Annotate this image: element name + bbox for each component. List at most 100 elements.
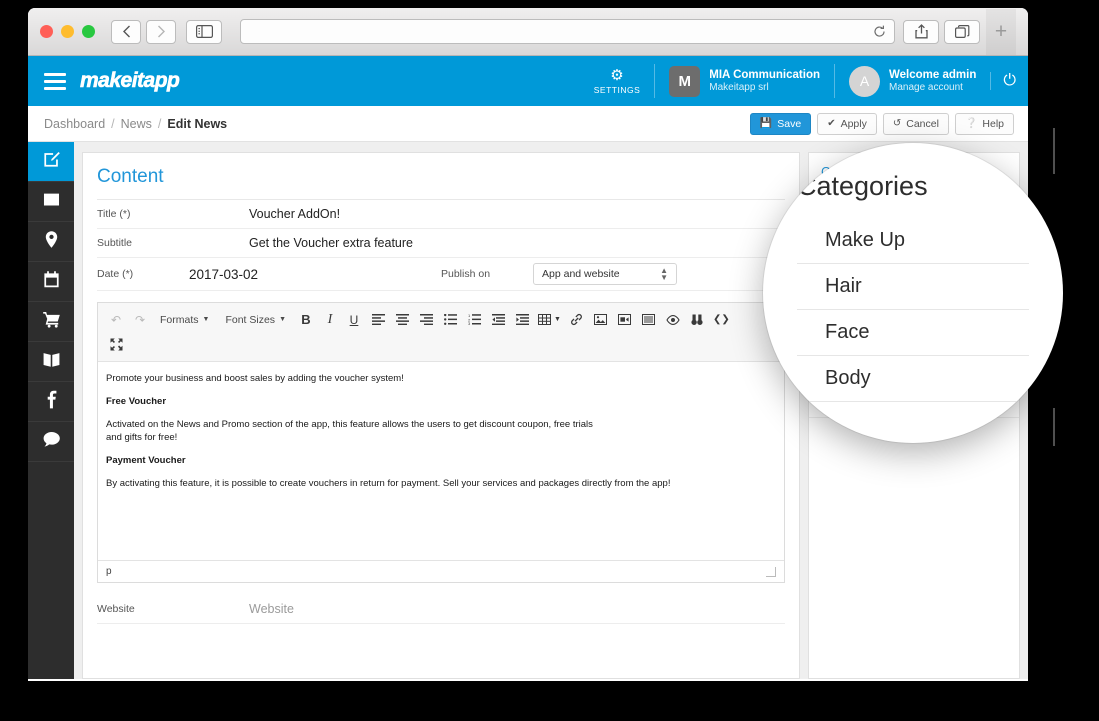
rich-text-editor: ↶ ↷ Formats ▼ Font Sizes ▼ B I U 1 2 3 ▼… <box>97 302 785 583</box>
magnified-category-item[interactable]: Make Up <box>797 218 1029 264</box>
breadcrumb-separator: / <box>111 116 115 131</box>
magnified-category-item[interactable]: Face <box>797 310 1029 356</box>
publish-on-select[interactable]: App and website ▲ ▼ <box>533 263 677 285</box>
title-input[interactable]: Voucher AddOn! <box>249 207 340 221</box>
zoom-window-button[interactable] <box>82 25 95 38</box>
align-right-icon[interactable] <box>414 307 438 332</box>
undo-icon[interactable]: ↶ <box>104 307 128 332</box>
italic-icon[interactable]: I <box>318 307 342 332</box>
magnified-categories-title: Categories <box>797 171 928 201</box>
close-window-button[interactable] <box>40 25 53 38</box>
share-icon[interactable] <box>903 19 939 44</box>
chevron-down-icon: ▼ <box>279 316 286 323</box>
company-avatar: M <box>669 65 701 97</box>
preview-eye-icon[interactable] <box>661 307 685 332</box>
company-name: MIA Communication <box>709 68 820 81</box>
address-bar[interactable] <box>240 19 895 44</box>
apply-button[interactable]: ✔ Apply <box>817 112 877 135</box>
brand-logo: makeitapp <box>80 69 180 93</box>
facebook-icon <box>42 390 61 414</box>
editor-paragraph: Free Voucher <box>106 395 167 407</box>
subtitle-label: Subtitle <box>97 237 133 249</box>
numbered-list-icon[interactable]: 123 <box>462 307 486 332</box>
chat-bubble-icon <box>42 430 61 454</box>
content-panel: Content Title (*) Voucher AddOn! Subtitl… <box>82 152 800 679</box>
search-replace-icon[interactable] <box>685 307 709 332</box>
question-mark-icon: ❔ <box>964 118 978 129</box>
link-icon[interactable] <box>565 307 589 332</box>
decrease-indent-icon[interactable] <box>486 307 510 332</box>
table-icon[interactable]: ▼ <box>534 307 565 332</box>
manage-account-link[interactable]: Manage account <box>889 82 976 95</box>
forward-chevron-icon[interactable] <box>146 19 176 44</box>
help-button[interactable]: ❔ Help <box>954 112 1014 135</box>
sidebar-toggle-group <box>186 19 222 44</box>
insert-video-icon[interactable] <box>613 307 637 332</box>
insert-image-icon[interactable] <box>589 307 613 332</box>
reload-icon[interactable] <box>873 25 886 38</box>
company-switcher[interactable]: M MIA Communication Makeitapp srl <box>654 64 834 98</box>
bullet-list-icon[interactable] <box>438 307 462 332</box>
date-field: Date (*) 2017-03-02 <box>97 267 441 282</box>
editor-status-bar: p <box>98 560 784 582</box>
new-tab-button[interactable]: + <box>986 8 1016 55</box>
sidebar-item-magazine[interactable] <box>28 342 74 382</box>
date-label: Date (*) <box>97 268 134 280</box>
minimize-window-button[interactable] <box>61 25 74 38</box>
app-header: makeitapp ⚙ SETTINGS M MIA Communication… <box>28 56 1028 106</box>
align-center-icon[interactable] <box>390 307 414 332</box>
insert-media-icon[interactable] <box>637 307 661 332</box>
account-menu[interactable]: A Welcome admin Manage account <box>834 64 990 98</box>
magnified-category-item[interactable]: Hair <box>797 264 1029 310</box>
editor-toolbar-row-1: ↶ ↷ Formats ▼ Font Sizes ▼ B I U 1 2 3 ▼… <box>104 307 778 332</box>
avatar: A <box>849 65 880 97</box>
redo-icon[interactable]: ↷ <box>128 307 152 332</box>
publish-on-value: App and website <box>542 268 620 280</box>
magnified-category-item[interactable]: Body <box>797 356 1029 402</box>
bold-icon[interactable]: B <box>294 307 318 332</box>
fullscreen-icon[interactable] <box>104 332 128 357</box>
website-input[interactable]: Website <box>249 602 294 616</box>
show-tabs-icon[interactable] <box>944 19 980 44</box>
underline-icon[interactable]: U <box>342 307 366 332</box>
sidebar-item-places[interactable] <box>28 222 74 262</box>
settings-button[interactable]: ⚙ SETTINGS <box>580 64 655 98</box>
editor-element-path: p <box>106 566 112 577</box>
title-field-row: Title (*) Voucher AddOn! <box>97 200 785 229</box>
cancel-button[interactable]: ↺ Cancel <box>882 112 949 135</box>
editor-paragraph: By activating this feature, it is possib… <box>106 477 671 489</box>
breadcrumb-item-news[interactable]: News <box>121 117 152 131</box>
undo-arrow-icon: ↺ <box>892 118 902 129</box>
header-right: ⚙ SETTINGS M MIA Communication Makeitapp… <box>580 56 1028 106</box>
breadcrumb-item-dashboard[interactable]: Dashboard <box>44 117 105 131</box>
source-code-icon[interactable]: ❮❯ <box>709 307 734 332</box>
save-button[interactable]: 💾 Save <box>749 112 812 135</box>
sidebar-item-shop[interactable] <box>28 302 74 342</box>
subtitle-input[interactable]: Get the Voucher extra feature <box>249 236 413 250</box>
sidebar-item-gallery[interactable] <box>28 182 74 222</box>
back-chevron-icon[interactable] <box>111 19 141 44</box>
browser-chrome: + <box>28 8 1028 56</box>
sidebar-item-content[interactable] <box>28 142 74 182</box>
menu-hamburger-icon[interactable] <box>44 69 66 94</box>
sidebar-item-events[interactable] <box>28 262 74 302</box>
publish-on-label: Publish on <box>441 268 491 280</box>
sidebar-toggle-icon[interactable] <box>186 19 222 44</box>
gear-icon: ⚙ <box>610 66 624 84</box>
company-sub: Makeitapp srl <box>709 81 769 93</box>
image-icon <box>42 190 61 214</box>
formats-dropdown[interactable]: Formats ▼ <box>152 307 217 332</box>
window-controls[interactable] <box>40 25 95 38</box>
edit-pencil-icon <box>42 150 61 174</box>
editor-content-area[interactable]: Promote your business and boost sales by… <box>98 362 784 560</box>
date-input[interactable]: 2017-03-02 <box>189 267 258 282</box>
sidebar-item-messages[interactable] <box>28 422 74 462</box>
font-sizes-dropdown[interactable]: Font Sizes ▼ <box>217 307 294 332</box>
sidebar-item-facebook[interactable] <box>28 382 74 422</box>
editor-resize-handle[interactable] <box>766 566 776 577</box>
editor-toolbar-row-2 <box>104 332 778 357</box>
increase-indent-icon[interactable] <box>510 307 534 332</box>
align-left-icon[interactable] <box>366 307 390 332</box>
page-title: Content <box>97 153 785 200</box>
logout-power-icon[interactable]: ⏻ <box>990 72 1028 90</box>
